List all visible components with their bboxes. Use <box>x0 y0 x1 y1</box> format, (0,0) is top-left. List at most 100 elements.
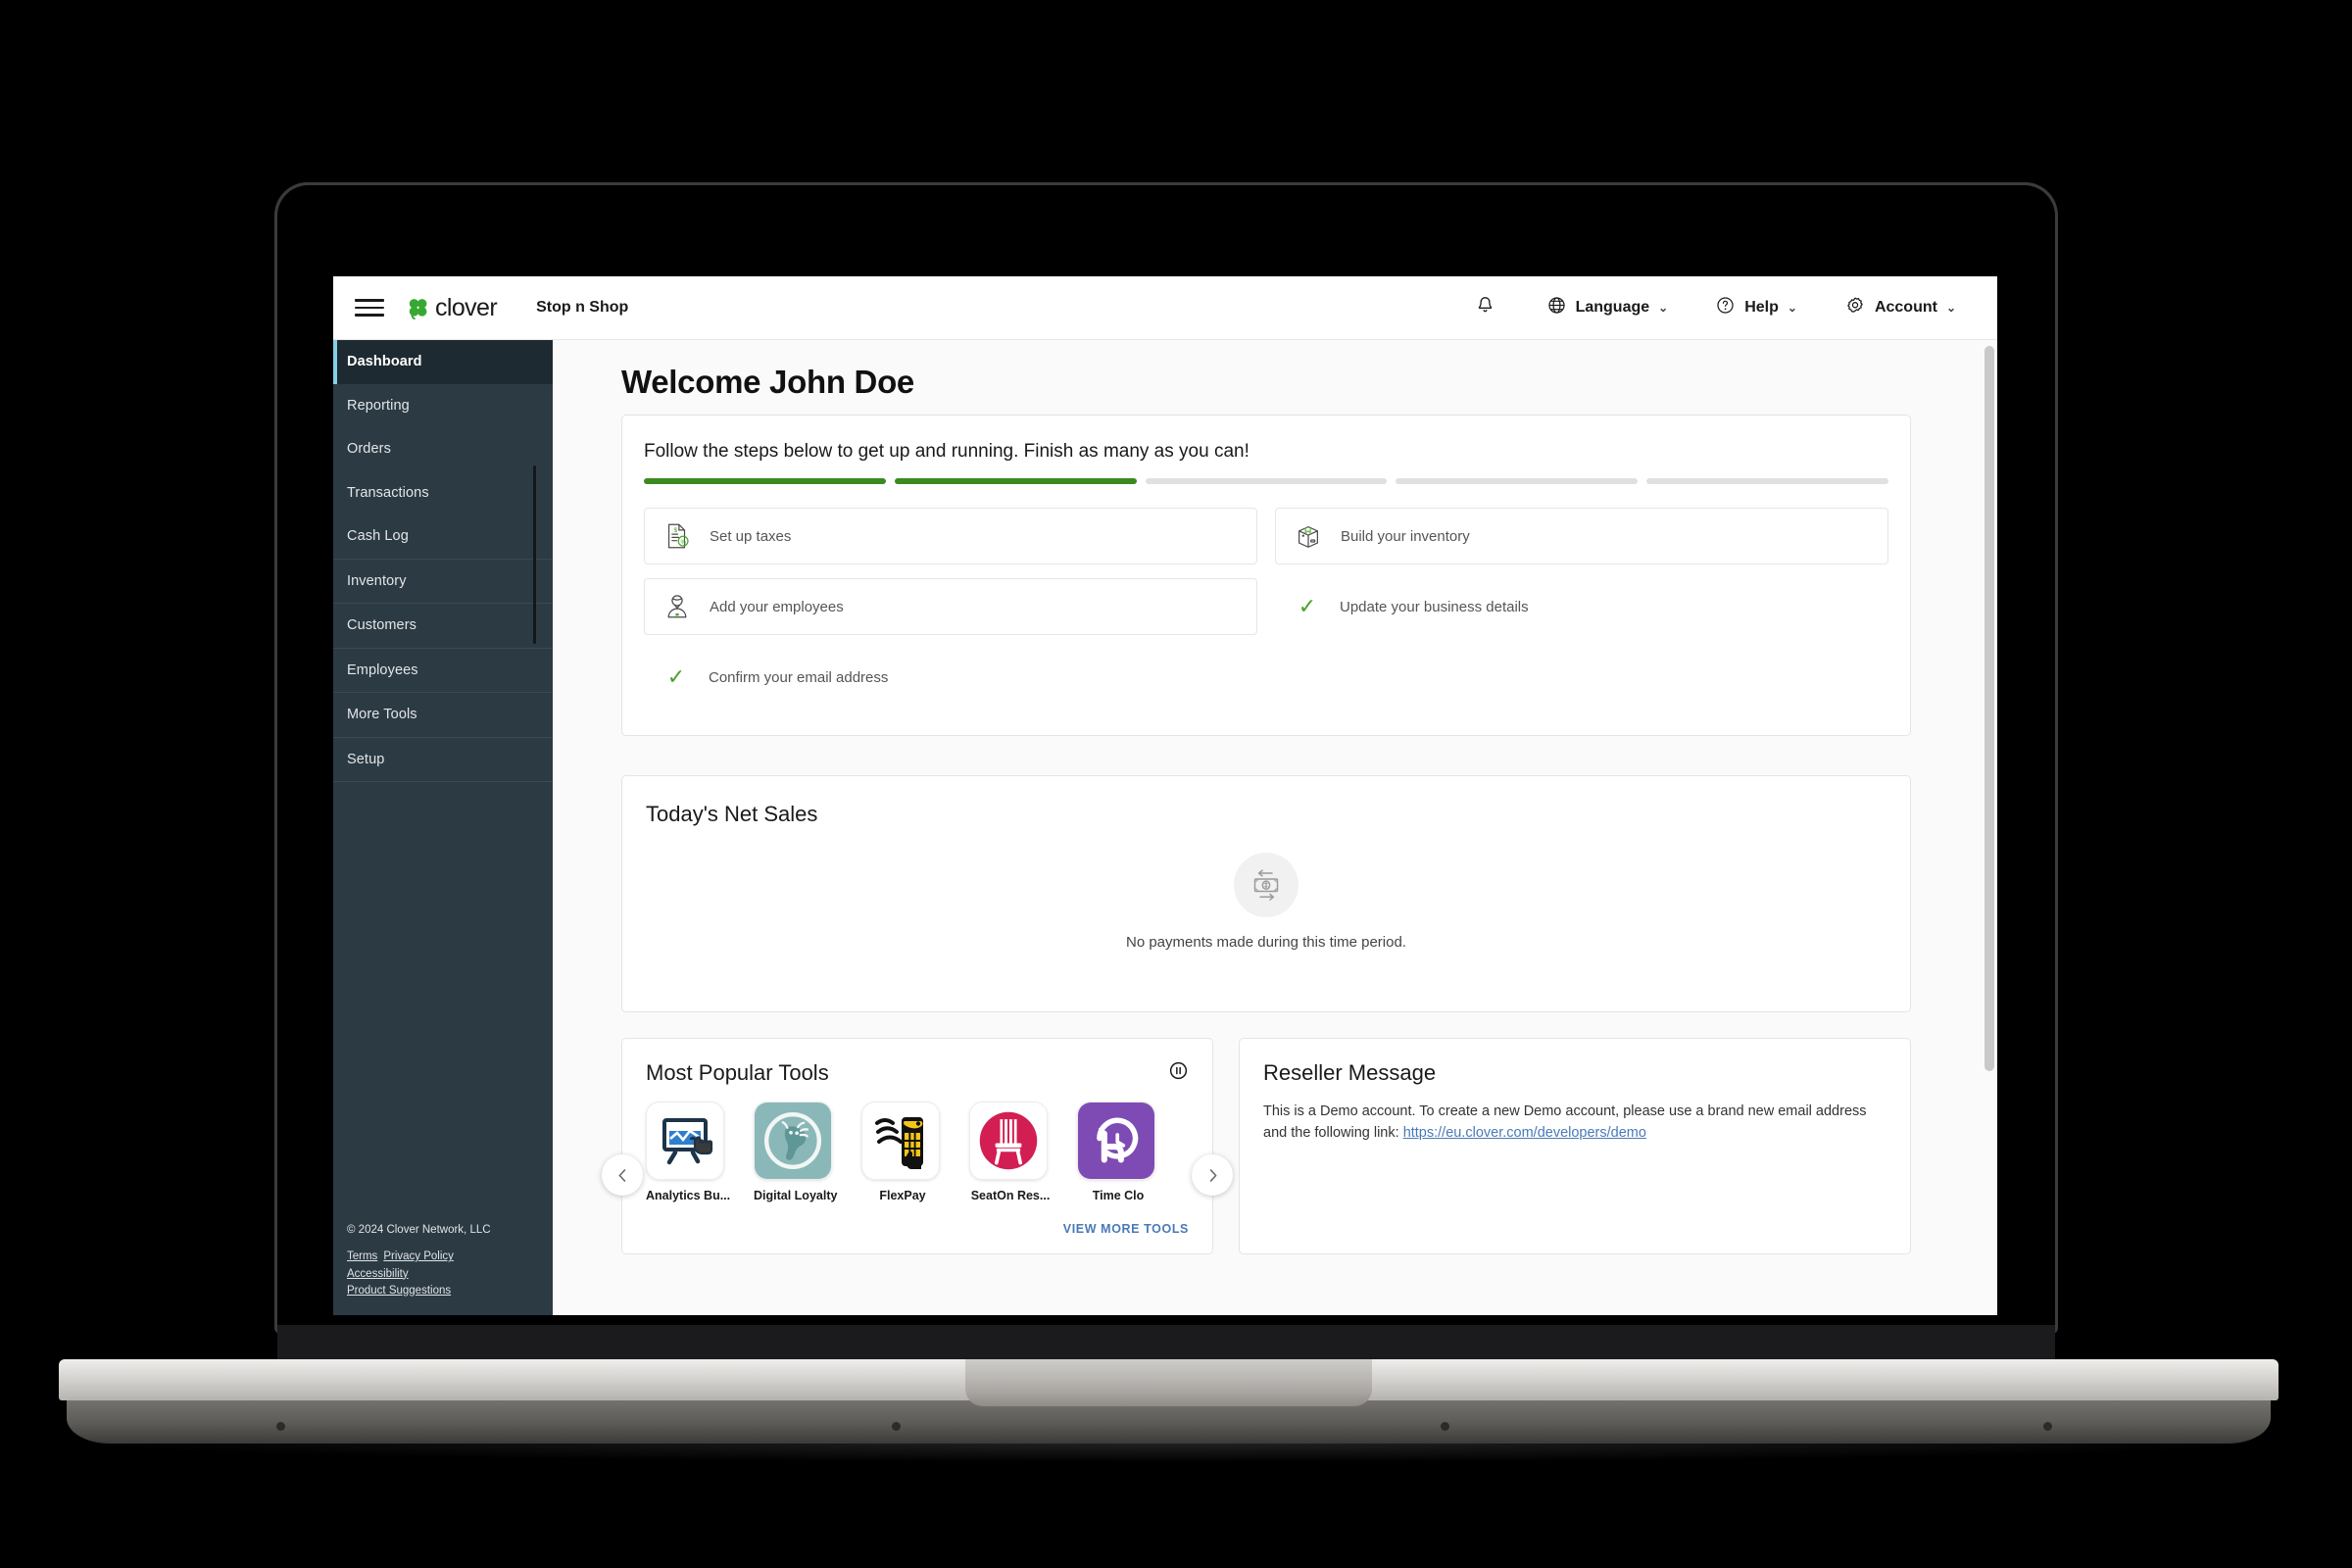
sidebar-item-transactions[interactable]: Transactions <box>333 471 553 515</box>
setup-task-grid: $ % Set up taxes Add your employees ✓ Confi… <box>644 508 1888 706</box>
sidebar-item-cash-log[interactable]: Cash Log <box>333 514 553 559</box>
tool-app-time-clo[interactable]: Time Clo <box>1077 1102 1159 1202</box>
top-bar-actions: Language ⌄ Help ⌄ Account ⌄ <box>1459 287 1997 329</box>
question-circle-icon <box>1715 295 1736 320</box>
most-popular-tools-card: Most Popular Tools Analytics Bu... Digit… <box>602 1038 1233 1254</box>
product-suggestions-link[interactable]: Product Suggestions <box>347 1285 451 1297</box>
sidebar-item-label: More Tools <box>347 707 417 723</box>
giraffe-icon <box>754 1102 832 1180</box>
progress-segment <box>894 478 1137 484</box>
view-more-tools-link[interactable]: VIEW MORE TOOLS <box>1063 1222 1189 1236</box>
todays-net-sales-card: Today's Net Sales No payments made durin… <box>621 775 1911 1012</box>
globe-icon <box>1546 295 1567 320</box>
sidebar-group: Setup <box>333 738 553 782</box>
chevron-down-icon: ⌄ <box>1658 301 1669 315</box>
progress-segment <box>1145 478 1388 484</box>
accessibility-link[interactable]: Accessibility <box>347 1268 409 1280</box>
sidebar-item-employees[interactable]: Employees <box>333 649 553 693</box>
tool-app-analytics-bu[interactable]: Analytics Bu... <box>646 1102 731 1202</box>
setup-task-label: Add your employees <box>710 598 844 615</box>
terms-link[interactable]: Terms <box>347 1250 377 1262</box>
sidebar-item-label: Reporting <box>347 397 410 414</box>
privacy-policy-link[interactable]: Privacy Policy <box>383 1250 454 1262</box>
sidebar-group: Inventory <box>333 560 553 604</box>
sidebar-footer: © 2024 Clover Network, LLC Terms Privacy … <box>347 1222 491 1299</box>
tax-document-icon: $ % <box>662 521 692 551</box>
tool-app-label: Analytics Bu... <box>646 1189 731 1202</box>
sidebar-item-label: Transactions <box>347 484 429 501</box>
sidebar-item-label: Inventory <box>347 572 407 589</box>
sidebar-item-reporting[interactable]: Reporting <box>333 384 553 428</box>
sidebar-scrollbar[interactable] <box>533 466 536 644</box>
page-title: Welcome John Doe <box>621 364 914 400</box>
svg-text:%: % <box>681 540 687 546</box>
hamburger-menu-icon[interactable] <box>355 293 384 322</box>
clover-wordmark: clover <box>435 293 498 321</box>
chevron-left-icon[interactable] <box>602 1154 643 1196</box>
clover-leaf-icon <box>406 296 430 320</box>
tool-app-label: FlexPay <box>879 1189 926 1202</box>
clover-logo[interactable]: clover <box>406 293 498 322</box>
tool-app-digital-loyalty[interactable]: Digital Loyalty <box>754 1102 837 1202</box>
tools-title: Most Popular Tools <box>646 1060 829 1085</box>
laptop-base-notch <box>965 1359 1372 1406</box>
language-label: Language <box>1575 299 1650 316</box>
base-foot-dot <box>2043 1422 2052 1431</box>
view-more-row: VIEW MORE TOOLS <box>646 1202 1189 1238</box>
net-sales-title: Today's Net Sales <box>646 802 818 826</box>
dashboard-content: Welcome John Doe Follow the steps below … <box>553 340 1980 1254</box>
tools-carousel: Analytics Bu... Digital Loyalty FlexPay <box>646 1102 1189 1202</box>
check-icon: ✓ <box>666 664 686 689</box>
setup-task-label: Set up taxes <box>710 527 792 545</box>
sidebar-item-more-tools[interactable]: More Tools <box>333 693 553 737</box>
notifications-button[interactable] <box>1459 287 1523 328</box>
net-sales-empty-state: No payments made during this time period… <box>622 853 1910 951</box>
chevron-down-icon: ⌄ <box>1945 301 1956 315</box>
reseller-title: Reseller Message <box>1263 1060 1437 1085</box>
main-scrollbar-thumb[interactable] <box>1984 346 1994 1071</box>
base-foot-dot <box>276 1422 285 1431</box>
check-icon: ✓ <box>1298 594 1317 618</box>
progress-segment <box>1396 478 1639 484</box>
setup-task-update-your-business-details: ✓ Update your business details <box>1275 578 1888 635</box>
setup-task-confirm-your-email-address: ✓ Confirm your email address <box>644 649 1257 706</box>
setup-checklist-card: Follow the steps below to get up and run… <box>621 415 1911 736</box>
sidebar-item-setup[interactable]: Setup <box>333 738 553 782</box>
tool-app-label: SeatOn Res... <box>970 1189 1051 1202</box>
reseller-demo-link[interactable]: https://eu.clover.com/developers/demo <box>1403 1125 1646 1141</box>
tools-card-header: Most Popular Tools <box>646 1060 1189 1086</box>
dashboard-bottom-row: Most Popular Tools Analytics Bu... Digit… <box>602 1038 1911 1254</box>
svg-text:$: $ <box>673 527 677 534</box>
app-top-bar: clover Stop n Shop Language ⌄ Help ⌄ Acc… <box>333 276 1997 340</box>
sidebar-item-label: Employees <box>347 662 418 678</box>
account-menu[interactable]: Account ⌄ <box>1821 287 1980 329</box>
box-icon <box>1294 521 1323 551</box>
cordless-phone-icon <box>861 1102 940 1180</box>
sidebar-item-orders[interactable]: Orders <box>333 427 553 471</box>
tool-app-seaton-res[interactable]: SeatOn Res... <box>969 1102 1052 1202</box>
sidebar-item-dashboard[interactable]: Dashboard <box>333 340 553 384</box>
progress-segment <box>1646 478 1888 484</box>
sidebar-item-inventory[interactable]: Inventory <box>333 560 553 604</box>
reseller-body: This is a Demo account. To create a new … <box>1263 1102 1886 1145</box>
tool-app-flexpay[interactable]: FlexPay <box>861 1102 944 1202</box>
setup-task-build-your-inventory[interactable]: Build your inventory <box>1275 508 1888 564</box>
sidebar-groups: Dashboard Reporting Orders Transactions Cash… <box>333 340 553 782</box>
money-transfer-icon <box>1234 853 1298 917</box>
pause-circle-icon[interactable] <box>1168 1060 1189 1086</box>
setup-task-set-up-taxes[interactable]: $ % Set up taxes <box>644 508 1257 564</box>
sidebar-group: More Tools <box>333 693 553 738</box>
sidebar-item-label: Customers <box>347 617 416 634</box>
setup-task-add-your-employees[interactable]: Add your employees <box>644 578 1257 635</box>
sidebar-group: Dashboard Reporting Orders Transactions Cash… <box>333 340 553 560</box>
reseller-message-card: Reseller Message This is a Demo account.… <box>1239 1038 1911 1254</box>
chair-icon <box>969 1102 1048 1180</box>
setup-task-label: Update your business details <box>1340 598 1529 615</box>
base-foot-dot <box>1441 1422 1449 1431</box>
chevron-down-icon: ⌄ <box>1787 301 1797 315</box>
language-menu[interactable]: Language ⌄ <box>1523 287 1692 328</box>
sidebar-item-customers[interactable]: Customers <box>333 604 553 648</box>
chevron-right-icon[interactable] <box>1192 1154 1233 1196</box>
base-foot-dot <box>892 1422 901 1431</box>
help-menu[interactable]: Help ⌄ <box>1691 287 1821 328</box>
